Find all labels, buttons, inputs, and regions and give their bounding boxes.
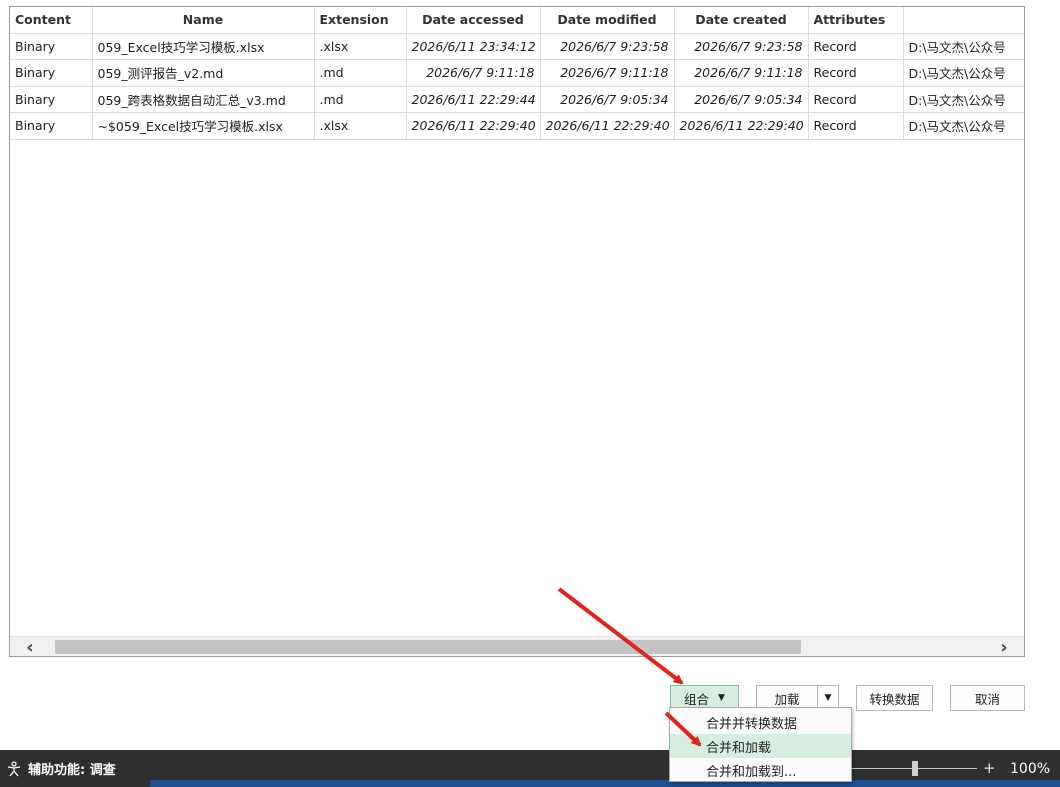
scroll-left-arrow-icon[interactable]: ‹ <box>10 637 50 657</box>
load-button-label: 加载 <box>774 691 800 707</box>
cell-date-accessed: 2026/6/11 22:29:44 <box>406 86 541 113</box>
table-header-row: Content Name Extension Date accessed Dat… <box>10 7 1024 34</box>
zoom-slider-thumb[interactable] <box>912 761 918 776</box>
cell-date-created: 2026/6/7 9:05:34 <box>674 86 809 113</box>
scrollbar-thumb[interactable] <box>55 640 801 654</box>
cell-content: Binary <box>10 112 93 140</box>
cell-date-accessed: 2026/6/11 22:29:40 <box>406 112 541 140</box>
cell-name: 059_测评报告_v2.md <box>92 59 315 87</box>
transform-data-button[interactable]: 转换数据 <box>856 685 933 711</box>
cell-attributes: Record <box>808 33 904 60</box>
cancel-button[interactable]: 取消 <box>950 685 1025 711</box>
preview-table-panel: Content Name Extension Date accessed Dat… <box>9 6 1025 657</box>
column-header-attributes[interactable]: Attributes <box>808 7 904 34</box>
column-header-name[interactable]: Name <box>92 7 315 34</box>
column-header-date-modified[interactable]: Date modified <box>540 7 675 34</box>
cell-date-created: 2026/6/7 9:11:18 <box>674 59 809 87</box>
cell-date-modified: 2026/6/7 9:23:58 <box>540 33 675 60</box>
zoom-level[interactable]: 100% <box>1010 761 1050 777</box>
combine-dropdown-menu: 合并并转换数据 合并和加载 合并和加载到... <box>669 707 852 782</box>
cell-extension: .xlsx <box>314 112 407 140</box>
column-header-extension[interactable]: Extension <box>314 7 407 34</box>
horizontal-scrollbar[interactable]: ‹ › <box>10 636 1024 656</box>
cell-date-created: 2026/6/11 22:29:40 <box>674 112 809 140</box>
menu-item-combine-and-load[interactable]: 合并和加载 <box>670 734 851 758</box>
column-header-date-accessed[interactable]: Date accessed <box>406 7 541 34</box>
combine-button-label: 组合 <box>684 691 710 707</box>
caret-down-icon: ▼ <box>824 693 832 703</box>
status-bar: 辅助功能: 调查 + 100% <box>0 750 1060 787</box>
column-header-date-created[interactable]: Date created <box>674 7 809 34</box>
transform-button-label: 转换数据 <box>869 691 920 707</box>
cell-name: 059_Excel技巧学习模板.xlsx <box>92 33 315 60</box>
cell-date-accessed: 2026/6/11 23:34:12 <box>406 33 541 60</box>
cell-date-accessed: 2026/6/7 9:11:18 <box>406 59 541 87</box>
cell-content: Binary <box>10 33 93 60</box>
cell-attributes: Record <box>808 86 904 113</box>
cell-content: Binary <box>10 59 93 87</box>
table-row[interactable]: Binary 059_Excel技巧学习模板.xlsx .xlsx 2026/6… <box>10 33 1024 60</box>
cell-attributes: Record <box>808 59 904 87</box>
cell-folder-path: D:\马文杰\公众号 <box>903 86 1024 113</box>
cell-date-modified: 2026/6/7 9:11:18 <box>540 59 675 87</box>
accessibility-status-text: 辅助功能: 调查 <box>28 763 116 778</box>
caret-down-icon: ▼ <box>718 693 725 703</box>
table-row[interactable]: Binary 059_跨表格数据自动汇总_v3.md .md 2026/6/11… <box>10 86 1024 113</box>
cell-folder-path: D:\马文杰\公众号 <box>903 33 1024 60</box>
cell-folder-path: D:\马文杰\公众号 <box>903 112 1024 140</box>
cell-date-modified: 2026/6/7 9:05:34 <box>540 86 675 113</box>
accessibility-icon <box>7 760 21 776</box>
cell-name: ~$059_Excel技巧学习模板.xlsx <box>92 112 315 140</box>
cell-name: 059_跨表格数据自动汇总_v3.md <box>92 86 315 113</box>
file-list-table: Content Name Extension Date accessed Dat… <box>10 7 1024 140</box>
taskbar-strip <box>150 780 1060 787</box>
column-header-folder-path[interactable] <box>903 7 1024 34</box>
cell-content: Binary <box>10 86 93 113</box>
cell-date-modified: 2026/6/11 22:29:40 <box>540 112 675 140</box>
cancel-button-label: 取消 <box>974 691 1000 707</box>
zoom-in-icon[interactable]: + <box>983 759 996 777</box>
cell-date-created: 2026/6/7 9:23:58 <box>674 33 809 60</box>
menu-item-combine-and-transform[interactable]: 合并并转换数据 <box>670 710 851 734</box>
table-row[interactable]: Binary ~$059_Excel技巧学习模板.xlsx .xlsx 2026… <box>10 112 1024 140</box>
column-header-content[interactable]: Content <box>10 7 93 34</box>
cell-folder-path: D:\马文杰\公众号 <box>903 59 1024 87</box>
cell-attributes: Record <box>808 112 904 140</box>
menu-item-combine-and-load-to[interactable]: 合并和加载到... <box>670 758 851 782</box>
cell-extension: .xlsx <box>314 33 407 60</box>
scroll-right-arrow-icon[interactable]: › <box>984 637 1024 657</box>
accessibility-status[interactable]: 辅助功能: 调查 <box>6 759 116 778</box>
cell-extension: .md <box>314 86 407 113</box>
cell-extension: .md <box>314 59 407 87</box>
table-row[interactable]: Binary 059_测评报告_v2.md .md 2026/6/7 9:11:… <box>10 59 1024 87</box>
